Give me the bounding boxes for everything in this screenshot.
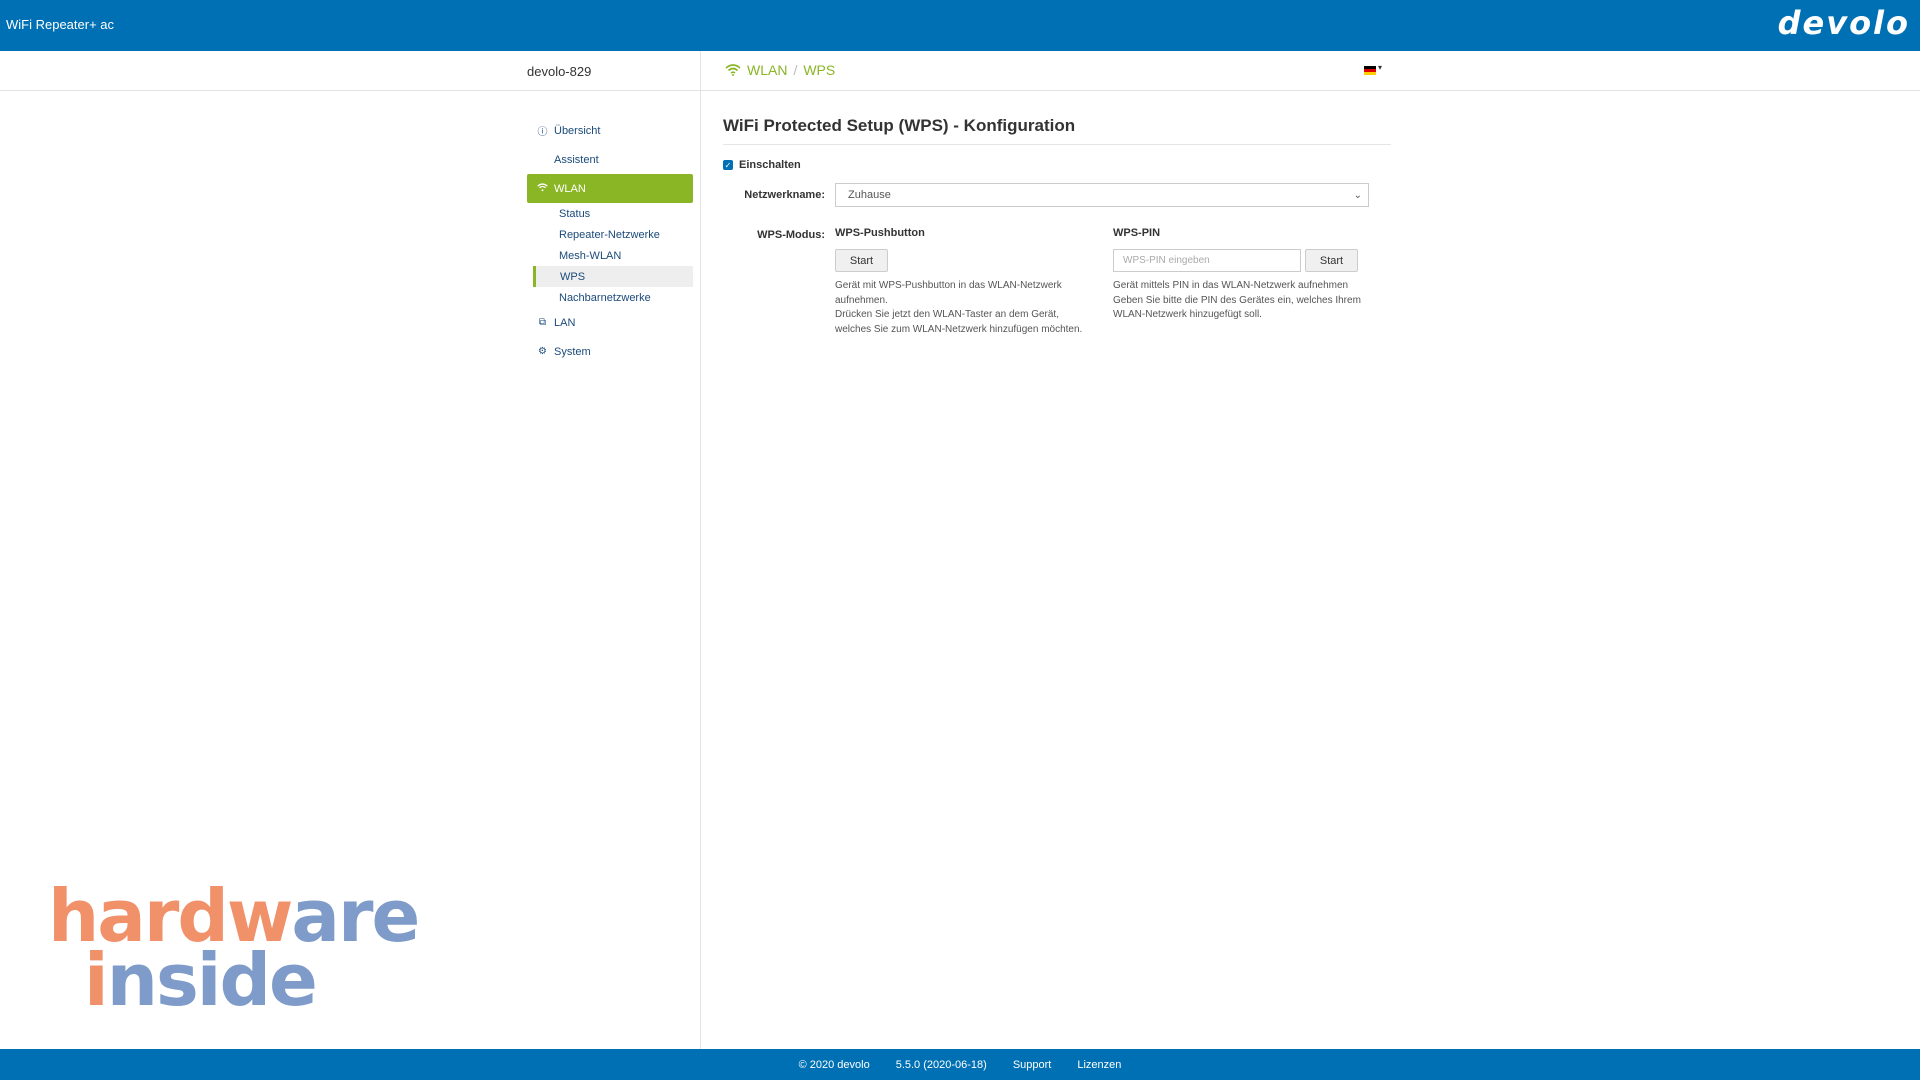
sidebar-subitem-neighbor-networks[interactable]: Nachbarnetzwerke [527,287,693,308]
footer-licenses-link[interactable]: Lizenzen [1077,1059,1121,1071]
enable-checkbox[interactable]: ✓ [723,160,733,170]
devolo-logo[interactable]: devolo [1778,4,1910,42]
sub-bar: devolo-829 WLAN / WPS ▾ [0,51,1920,91]
sidebar-item-overview[interactable]: ⓘ Übersicht [527,116,693,145]
network-name-value: Zuhause [848,189,891,201]
wps-mode-row: WPS-Modus: WPS-Pushbutton Start Gerät mi… [723,227,1391,337]
hardware-inside-watermark: hardware inside [48,874,420,1022]
wps-mode-label: WPS-Modus: [757,229,825,241]
chevron-down-icon: ⌄ [1353,189,1362,201]
vertical-divider [700,51,701,1049]
wps-pushbutton-title: WPS-Pushbutton [835,227,925,239]
sidebar-item-wlan[interactable]: WLAN [527,174,693,203]
wrench-icon: ⚙ [538,346,547,357]
sidebar-item-label: Assistent [554,153,599,166]
wps-pushbutton-help: Gerät mit WPS-Pushbutton in das WLAN-Net… [835,280,1083,335]
wps-pin-title: WPS-PIN [1113,227,1161,239]
wps-pin-input[interactable]: WPS-PIN eingeben [1113,249,1301,272]
german-flag-icon[interactable] [1364,66,1376,75]
sidebar-item-assistant[interactable]: Assistent [527,145,693,174]
info-icon: ⓘ [537,127,548,138]
wps-pushbutton-start-button[interactable]: Start [835,249,888,272]
footer-version: 5.5.0 (2020-06-18) [895,1058,987,1071]
network-name-row: Netzwerkname: Zuhause ⌄ [723,183,1391,207]
sidebar-item-system[interactable]: ⚙ System [527,337,693,366]
page-title: WiFi Protected Setup (WPS) - Konfigurati… [723,116,1391,145]
wps-pin-column: WPS-PIN WPS-PIN eingeben Start Gerät mit… [1113,227,1391,337]
breadcrumb-wlan[interactable]: WLAN [747,62,787,78]
top-bar: WiFi Repeater+ ac devolo [0,0,1920,51]
sidebar-subitem-status[interactable]: Status [527,203,693,224]
breadcrumb: WLAN / WPS [725,62,835,78]
chevron-down-icon[interactable]: ▾ [1378,63,1382,72]
main-content: WiFi Protected Setup (WPS) - Konfigurati… [723,116,1391,337]
wps-pin-help: Gerät mittels PIN in das WLAN-Netzwerk a… [1113,280,1361,320]
wps-pushbutton-column: WPS-Pushbutton Start Gerät mit WPS-Pushb… [835,227,1113,337]
wifi-icon [725,64,741,76]
sidebar-item-label: Übersicht [554,124,601,137]
footer-copyright: © 2020 devolo [798,1058,870,1071]
sidebar-item-label: WLAN [554,182,586,195]
device-name: devolo-829 [527,64,592,79]
enable-label: Einschalten [739,159,801,171]
app-title: WiFi Repeater+ ac [6,17,115,32]
footer: © 2020 devolo 5.5.0 (2020-06-18) Support… [0,1049,1920,1080]
sidebar-item-label: System [554,345,591,358]
network-name-label: Netzwerkname: [744,189,825,201]
breadcrumb-wps[interactable]: WPS [803,62,835,78]
footer-support-link[interactable]: Support [1013,1059,1052,1071]
wifi-icon [537,182,548,195]
sidebar-subitem-repeater-networks[interactable]: Repeater-Netzwerke [527,224,693,245]
network-name-select[interactable]: Zuhause ⌄ [835,183,1369,207]
sidebar-item-label: LAN [554,316,576,329]
network-icon: ⧉ [538,317,547,328]
breadcrumb-separator: / [793,62,798,78]
sidebar: ⓘ Übersicht Assistent WLAN Status Repeat… [527,116,693,366]
sidebar-item-lan[interactable]: ⧉ LAN [527,308,693,337]
sidebar-subitem-mesh-wlan[interactable]: Mesh-WLAN [527,245,693,266]
sidebar-subitem-wps[interactable]: WPS [533,266,693,287]
enable-row: ✓ Einschalten [723,159,1391,171]
wps-pin-start-button[interactable]: Start [1305,249,1358,272]
